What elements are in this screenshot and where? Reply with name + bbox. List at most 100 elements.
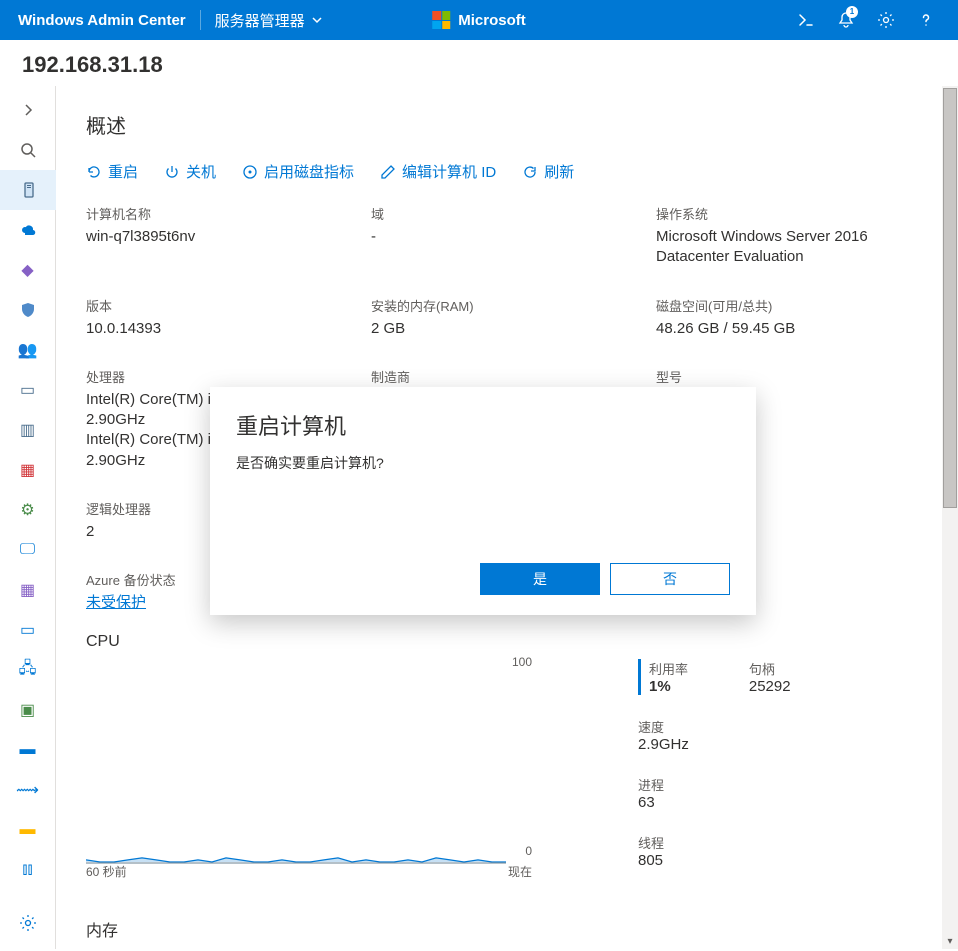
threads-value: 805 xyxy=(638,852,689,869)
folder-icon: ▬ xyxy=(20,821,36,839)
sidebar-item-azure-hybrid[interactable] xyxy=(0,210,56,250)
gear-small-icon: ⚙ xyxy=(20,500,34,520)
field-disk: 磁盘空间(可用/总共) 48.26 GB / 59.45 GB xyxy=(656,296,928,339)
restart-icon xyxy=(86,164,102,180)
sidebar-item-calendar[interactable]: ▦ xyxy=(0,570,56,610)
version-value: 10.0.14393 xyxy=(86,319,371,339)
dialog-message: 是否确实要重启计算机? xyxy=(236,453,730,473)
sidebar-item-overview[interactable] xyxy=(0,170,56,210)
sidebar-item-files[interactable]: ▬ xyxy=(0,810,56,850)
sidebar-item-monitor[interactable]: 🖵 xyxy=(0,530,56,570)
refresh-button[interactable]: 刷新 xyxy=(522,161,574,182)
sidebar-item-users[interactable]: 👥 xyxy=(0,330,56,370)
sidebar-item-certificates[interactable]: ▬ xyxy=(0,730,56,770)
ram-label: 安装的内存(RAM) xyxy=(371,296,656,315)
cpu-chart: 100 0 60 秒前 现在 xyxy=(86,659,506,864)
search-icon xyxy=(20,142,36,158)
cpu-utilization: 利用率 1% xyxy=(638,659,689,695)
edit-id-label: 编辑计算机 ID xyxy=(402,161,496,182)
sidebar-item-services[interactable]: ⚙ xyxy=(0,490,56,530)
settings-icon[interactable] xyxy=(866,0,906,40)
dialog-yes-label: 是 xyxy=(533,569,547,589)
help-icon[interactable] xyxy=(906,0,946,40)
restart-confirm-dialog: 重启计算机 是否确实要重启计算机? 是 否 xyxy=(210,387,756,615)
proc-label: 进程 xyxy=(638,775,689,794)
notifications-icon[interactable]: 1 xyxy=(826,0,866,40)
field-computer-name: 计算机名称 win-q7l3895t6nv xyxy=(86,204,371,268)
brand-title: Windows Admin Center xyxy=(18,12,186,29)
restart-label: 重启 xyxy=(108,161,138,182)
sidebar-settings[interactable] xyxy=(0,903,56,943)
shutdown-label: 关机 xyxy=(186,161,216,182)
chart-x-left: 60 秒前 xyxy=(86,863,127,880)
edit-id-button[interactable]: 编辑计算机 ID xyxy=(380,161,496,182)
sidebar-item-cable[interactable]: ⟿ xyxy=(0,770,56,810)
cpu-processes: 进程 63 xyxy=(638,775,689,811)
cloud-icon xyxy=(20,222,36,238)
page-title: 概述 xyxy=(86,110,928,139)
breadcrumb-label: 服务器管理器 xyxy=(215,10,305,31)
network-icon: 🖧 xyxy=(19,657,37,684)
sidebar-item-registry[interactable]: ▣ xyxy=(0,690,56,730)
os-value: Microsoft Windows Server 2016 Datacenter… xyxy=(656,227,928,268)
cpu-handles: 句柄 25292 xyxy=(749,659,791,695)
disk-metrics-button[interactable]: 启用磁盘指标 xyxy=(242,161,354,182)
cpu-speed: 速度 2.9GHz xyxy=(638,717,689,753)
dialog-yes-button[interactable]: 是 xyxy=(480,563,600,595)
cpu-label: 处理器 xyxy=(86,367,371,386)
chart-icon: ⫾⫾ xyxy=(22,861,32,879)
disk-icon xyxy=(242,164,258,180)
users-icon: 👥 xyxy=(18,340,38,360)
shutdown-button[interactable]: 关机 xyxy=(164,161,216,182)
sidebar-item-storage[interactable]: ▭ xyxy=(0,370,56,410)
host-ip: 192.168.31.18 xyxy=(0,40,958,86)
restart-button[interactable]: 重启 xyxy=(86,161,138,182)
util-value: 1% xyxy=(649,678,689,695)
sidebar-item-firewall[interactable]: ▦ xyxy=(0,450,56,490)
storage-icon: ▭ xyxy=(20,380,35,400)
domain-value: - xyxy=(371,227,656,247)
chevron-down-icon xyxy=(311,14,323,26)
sidebar: ◆ 👥 ▭ ▥ ▦ ⚙ 🖵 ▦ ▭ 🖧 ▣ ▬ ⟿ ▬ ⫾⫾ xyxy=(0,86,56,949)
sidebar-search[interactable] xyxy=(0,130,56,170)
sidebar-toggle[interactable] xyxy=(0,90,56,130)
threads-label: 线程 xyxy=(638,833,689,852)
chart-x-right: 现在 xyxy=(508,863,532,880)
sidebar-item-performance[interactable]: ⫾⫾ xyxy=(0,850,56,890)
scrollbar-thumb[interactable] xyxy=(943,88,957,508)
sidebar-item-security[interactable] xyxy=(0,290,56,330)
dialog-no-button[interactable]: 否 xyxy=(610,563,730,595)
chevron-right-icon xyxy=(21,103,35,117)
microsoft-label: Microsoft xyxy=(458,12,526,29)
scroll-down-arrow[interactable]: ▾ xyxy=(942,933,958,949)
sidebar-item-network[interactable]: 🖧 xyxy=(0,650,56,690)
breadcrumb-dropdown[interactable]: 服务器管理器 xyxy=(215,10,323,31)
scrollbar-track[interactable]: ▴ ▾ xyxy=(942,86,958,949)
handles-label: 句柄 xyxy=(749,659,791,678)
sidebar-item-devices[interactable]: ▥ xyxy=(0,410,56,450)
powershell-icon[interactable] xyxy=(786,0,826,40)
vm-icon: ▭ xyxy=(20,620,35,640)
field-version: 版本 10.0.14393 xyxy=(86,296,371,339)
separator xyxy=(200,10,201,30)
shield-icon xyxy=(21,302,35,318)
pencil-icon xyxy=(380,164,396,180)
backup-icon: ◆ xyxy=(21,260,33,280)
sidebar-item-azure-backup[interactable]: ◆ xyxy=(0,250,56,290)
dialog-no-label: 否 xyxy=(663,569,677,589)
registry-icon: ▣ xyxy=(20,700,35,720)
model-label: 型号 xyxy=(656,367,928,386)
cpu-section-title: CPU xyxy=(86,633,928,651)
sidebar-item-vm[interactable]: ▭ xyxy=(0,610,56,650)
microsoft-logo: Microsoft xyxy=(432,11,526,29)
cable-icon: ⟿ xyxy=(16,780,39,800)
refresh-label: 刷新 xyxy=(544,161,574,182)
dialog-title: 重启计算机 xyxy=(236,409,730,441)
server-icon xyxy=(21,182,37,198)
calendar-icon: ▦ xyxy=(20,580,35,600)
action-bar: 重启 关机 启用磁盘指标 编辑计算机 ID 刷新 xyxy=(86,161,928,182)
top-bar: Windows Admin Center 服务器管理器 Microsoft 1 xyxy=(0,0,958,40)
mfr-label: 制造商 xyxy=(371,367,656,386)
version-label: 版本 xyxy=(86,296,371,315)
power-icon xyxy=(164,164,180,180)
